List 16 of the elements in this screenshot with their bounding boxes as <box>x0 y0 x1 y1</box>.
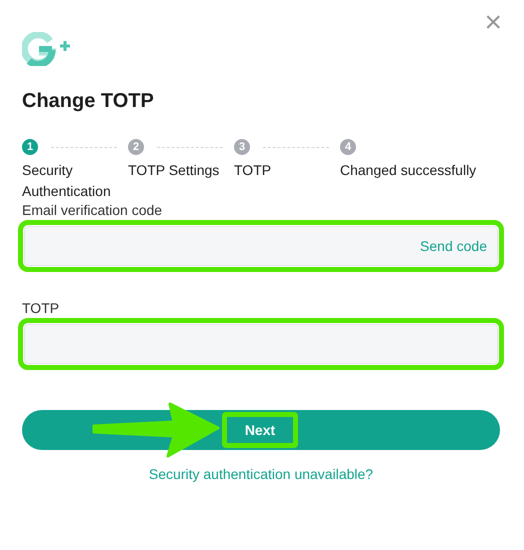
step-number: 1 <box>22 139 38 155</box>
dialog-title: Change TOTP <box>22 90 155 113</box>
logo-icon <box>22 32 72 66</box>
unavailable-link[interactable]: Security authentication unavailable? <box>22 466 500 482</box>
step-number: 4 <box>340 139 356 155</box>
step-number: 2 <box>128 139 144 155</box>
step-label: TOTP Settings <box>128 161 220 180</box>
step-label: Security Authentication <box>22 161 112 201</box>
step-number: 3 <box>234 139 250 155</box>
close-button[interactable]: × <box>480 8 506 38</box>
field-label: Email verification code <box>22 202 164 218</box>
step-label: TOTP <box>234 161 272 180</box>
arrow-icon <box>90 402 220 458</box>
step-label: Changed successfully <box>340 161 478 180</box>
send-code-link[interactable]: Send code <box>420 238 487 254</box>
field-label: TOTP <box>22 300 60 316</box>
